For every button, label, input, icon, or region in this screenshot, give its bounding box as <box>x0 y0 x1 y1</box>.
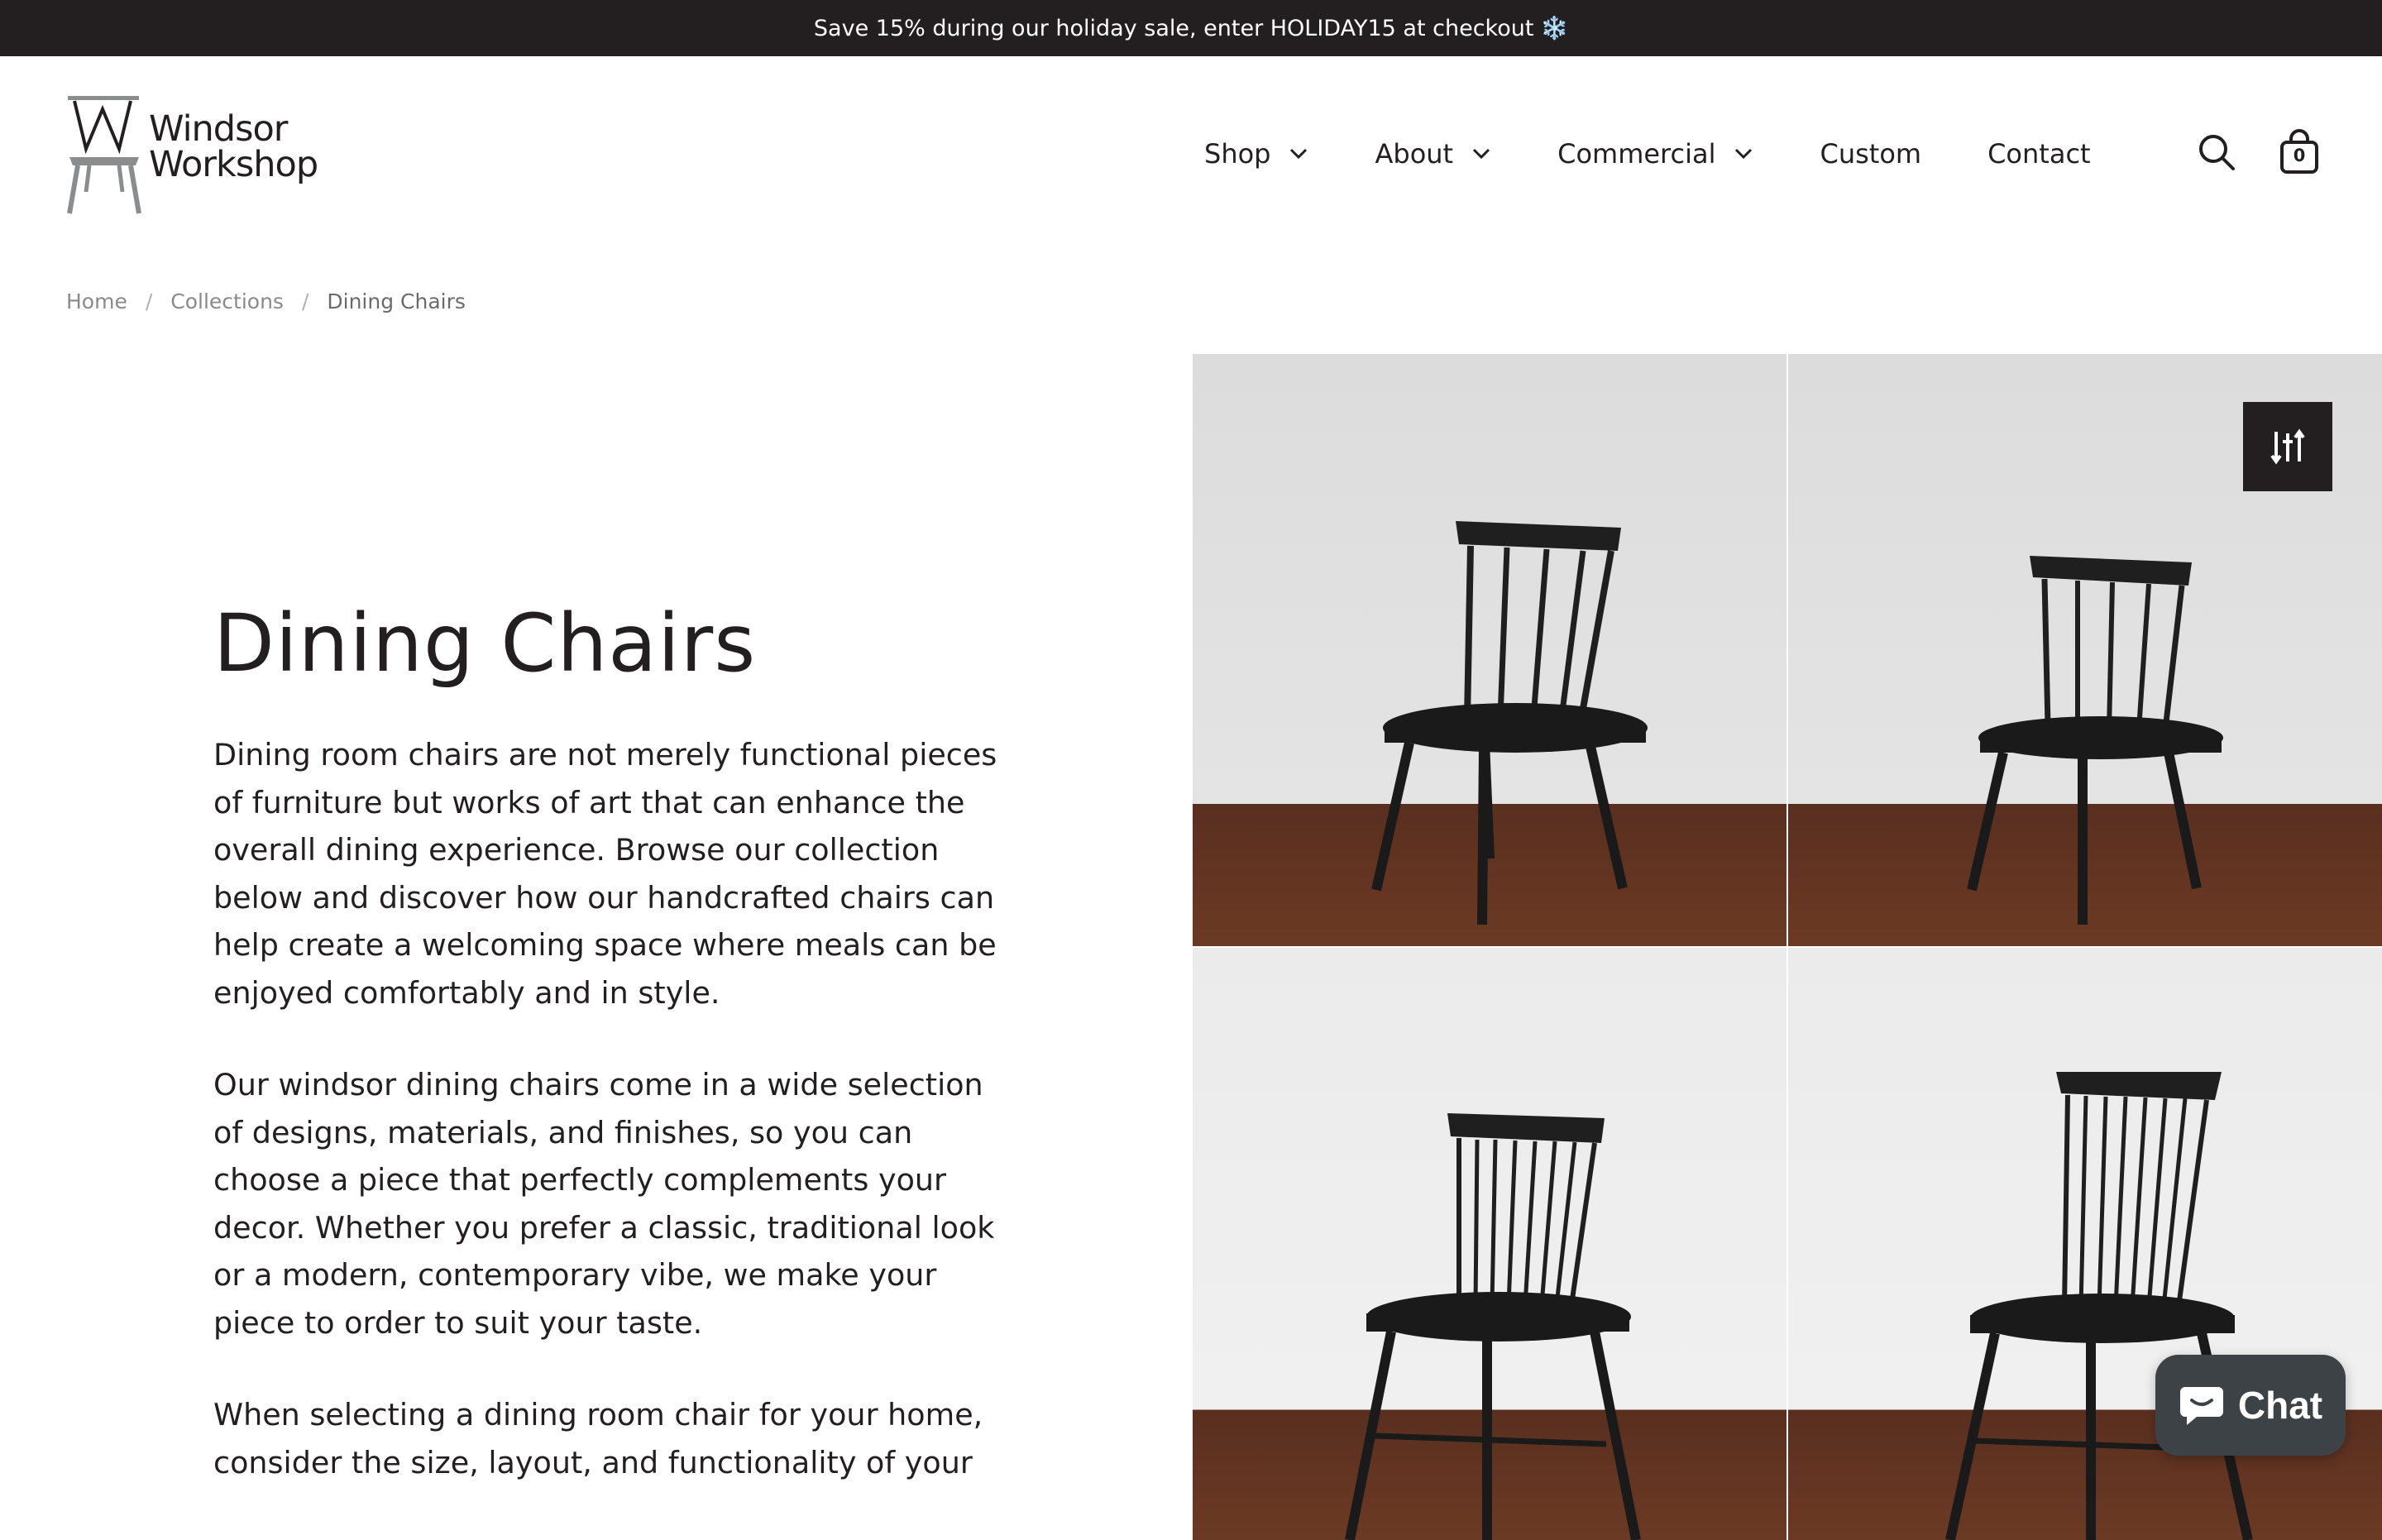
chair-logo-icon <box>67 96 141 214</box>
brand-line-1: Windsor <box>149 108 288 150</box>
chat-bubble-icon <box>2179 1387 2223 1425</box>
chat-button[interactable]: Chat <box>2155 1355 2346 1456</box>
announcement-text: Save 15% during our holiday sale, enter … <box>813 15 1534 41</box>
breadcrumb-collections[interactable]: Collections <box>170 289 284 313</box>
search-icon <box>2199 135 2235 170</box>
description-paragraph: Dining room chairs are not merely functi… <box>213 737 997 1011</box>
brand-line-2: Workshop <box>149 144 318 185</box>
chair-image <box>1345 1113 1641 1540</box>
breadcrumb-current: Dining Chairs <box>327 289 466 313</box>
chat-label: Chat <box>2237 1384 2323 1427</box>
brand-name: Windsor Workshop <box>149 112 318 183</box>
page-title: Dining Chairs <box>213 597 757 690</box>
filter-sliders-icon <box>2270 428 2305 465</box>
description-paragraph: Our windsor dining chairs come in a wide… <box>213 1067 995 1341</box>
nav-item-label: About <box>1375 138 1454 170</box>
nav-item-label: Shop <box>1204 138 1271 170</box>
breadcrumb-separator: / <box>145 289 153 313</box>
collection-description: Dining room chairs are not merely functi… <box>213 731 999 1531</box>
nav-item-custom[interactable]: Custom <box>1820 138 1921 170</box>
nav-item-about[interactable]: About <box>1375 138 1491 170</box>
nav-item-commercial[interactable]: Commercial <box>1557 138 1753 170</box>
nav-item-label: Commercial <box>1557 138 1716 170</box>
product-grid <box>1193 354 2382 1540</box>
nav-item-label: Custom <box>1820 138 1922 170</box>
main-nav: Shop About Commercial Custom Contact <box>1204 132 2091 175</box>
site-logo[interactable]: Windsor Workshop <box>65 94 318 215</box>
filter-button[interactable] <box>2243 402 2332 491</box>
chevron-down-icon <box>1735 148 1753 160</box>
chair-image <box>1371 521 1648 925</box>
breadcrumb: Home / Collections / Dining Chairs <box>66 289 466 313</box>
chevron-down-icon <box>1473 148 1490 160</box>
search-button[interactable] <box>2193 127 2240 177</box>
nav-item-contact[interactable]: Contact <box>1987 138 2091 170</box>
cart-button[interactable]: 0 <box>2276 127 2322 177</box>
breadcrumb-separator: / <box>301 289 309 313</box>
cart-count: 0 <box>2293 146 2306 165</box>
chevron-down-icon <box>1290 148 1308 160</box>
snowflake-icon: ❄️ <box>1540 16 1569 41</box>
product-card[interactable] <box>1193 948 1786 1540</box>
description-paragraph: When selecting a dining room chair for y… <box>213 1397 983 1480</box>
breadcrumb-home[interactable]: Home <box>66 289 127 313</box>
product-card[interactable] <box>1193 354 1786 946</box>
nav-item-label: Contact <box>1987 138 2091 170</box>
nav-item-shop[interactable]: Shop <box>1204 138 1308 170</box>
announcement-bar: Save 15% during our holiday sale, enter … <box>0 0 2382 56</box>
